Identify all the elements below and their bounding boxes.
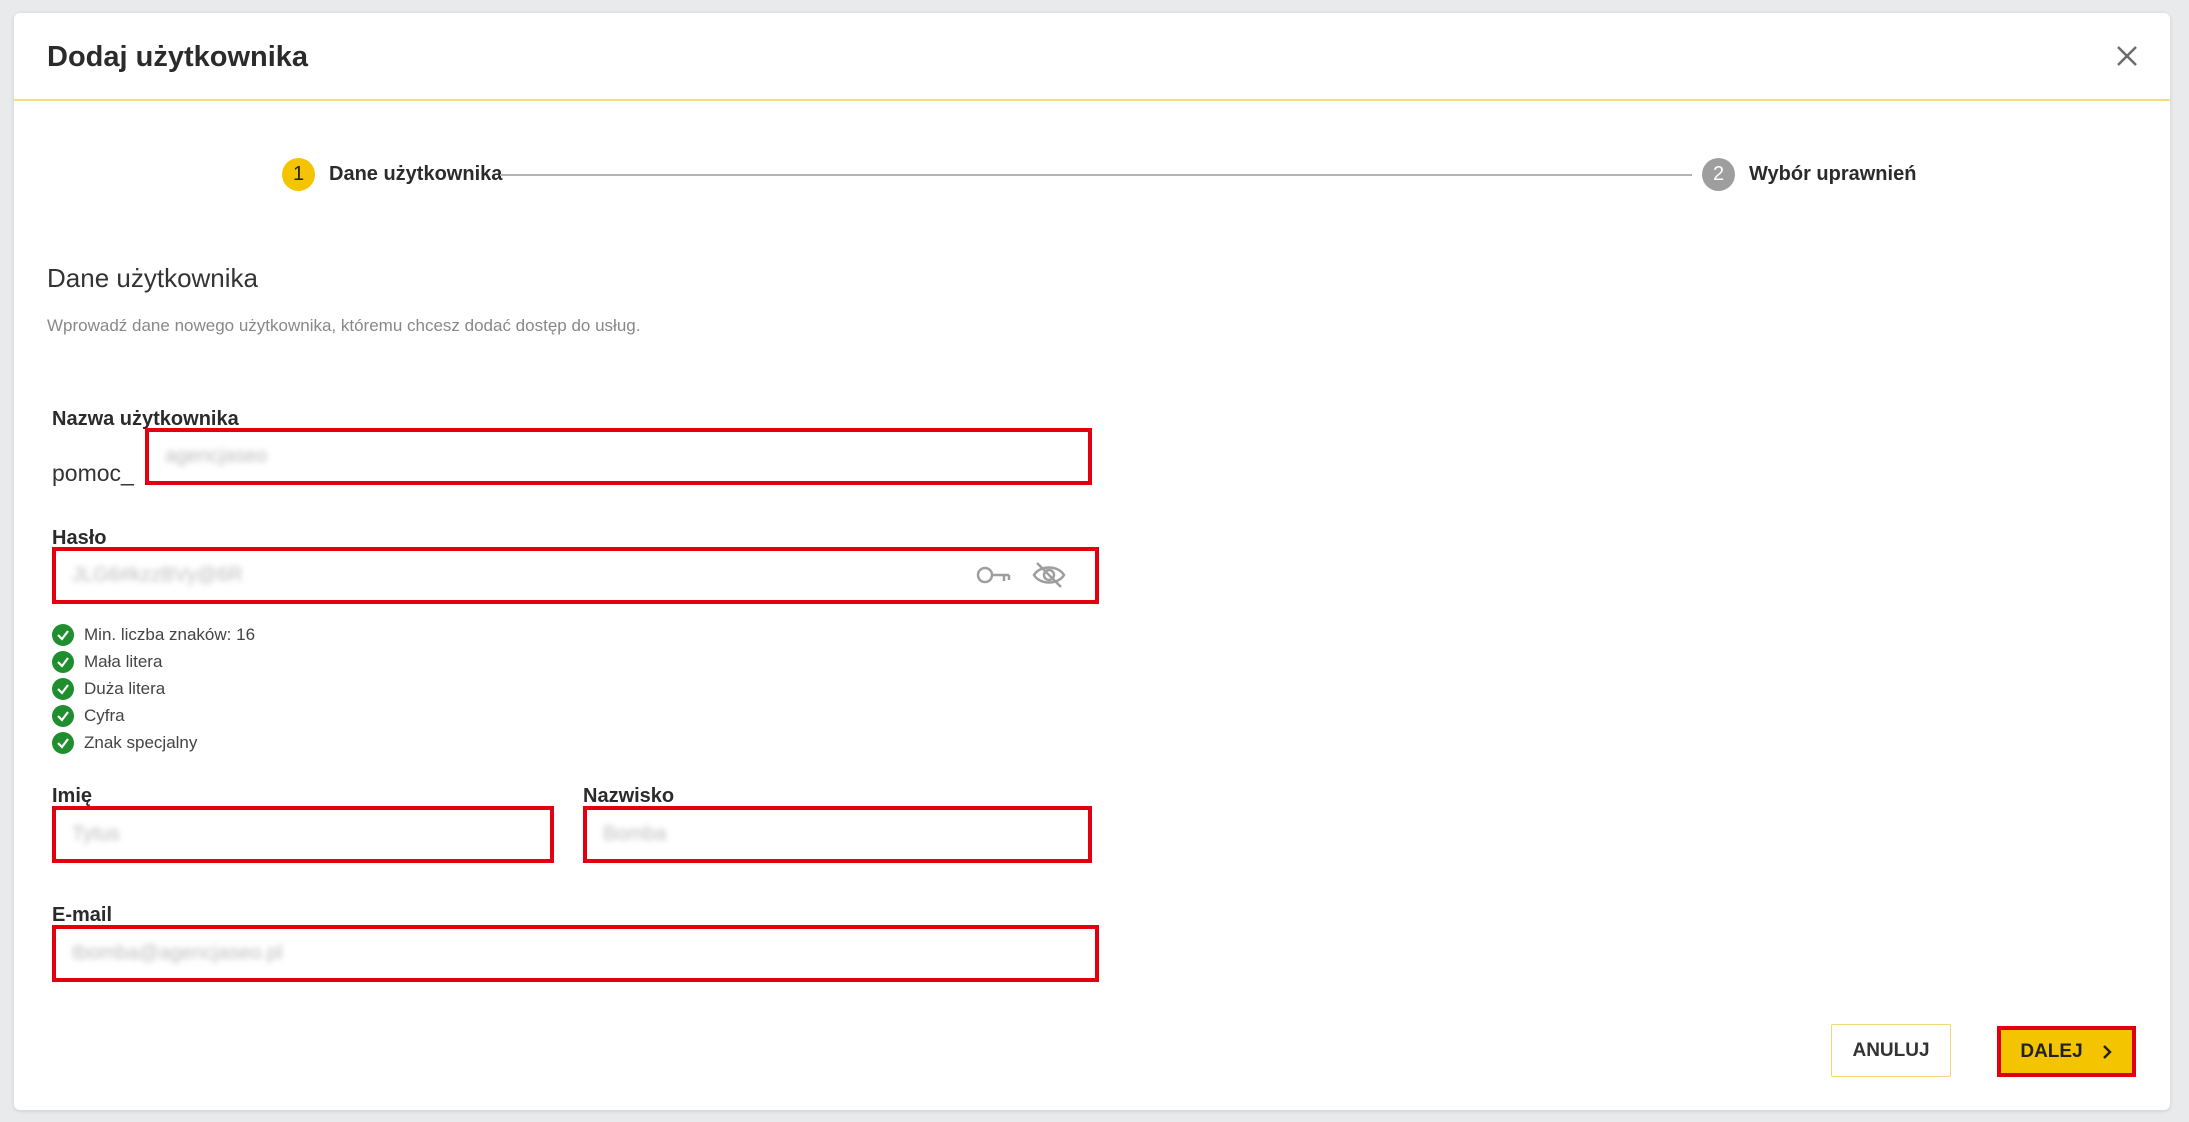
step-number: 2 bbox=[1702, 158, 1735, 191]
close-icon bbox=[2117, 46, 2137, 66]
chevron-right-icon bbox=[2102, 1044, 2112, 1059]
step-user-data: 1 Dane użytkownika bbox=[282, 158, 502, 191]
requirement-item: Min. liczba znaków: 16 bbox=[52, 621, 255, 648]
check-circle-icon bbox=[52, 731, 74, 754]
last-name-input[interactable]: Bomba bbox=[583, 806, 1092, 863]
close-button[interactable] bbox=[2110, 39, 2144, 73]
username-value: agencjaseo bbox=[165, 445, 268, 467]
check-circle-icon bbox=[52, 623, 74, 646]
section-description: Wprowadź dane nowego użytkownika, którem… bbox=[47, 316, 641, 335]
email-label: E-mail bbox=[52, 904, 113, 926]
requirement-item: Cyfra bbox=[52, 702, 255, 729]
requirement-item: Mała litera bbox=[52, 648, 255, 675]
step-permissions: 2 Wybór uprawnień bbox=[1702, 158, 1916, 191]
step-label: Wybór uprawnień bbox=[1749, 163, 1917, 185]
requirement-text: Duża litera bbox=[84, 678, 166, 698]
username-prefix: pomoc_ bbox=[52, 460, 134, 486]
eye-off-icon bbox=[1032, 562, 1066, 588]
first-name-value: Tytus bbox=[72, 823, 120, 845]
password-input[interactable]: JLG6#kzzBVy@6R bbox=[52, 547, 1099, 604]
step-number: 1 bbox=[282, 158, 315, 191]
requirement-text: Cyfra bbox=[84, 705, 125, 725]
requirement-item: Duża litera bbox=[52, 675, 255, 702]
check-circle-icon bbox=[52, 704, 74, 727]
requirement-text: Min. liczba znaków: 16 bbox=[84, 624, 256, 644]
password-value: JLG6#kzzBVy@6R bbox=[72, 564, 243, 586]
username-input[interactable]: agencjaseo bbox=[145, 428, 1092, 485]
next-button-label: DALEJ bbox=[2020, 1040, 2083, 1062]
section-title: Dane użytkownika bbox=[47, 263, 258, 293]
email-input[interactable]: tbomba@agencjaseo.pl bbox=[52, 925, 1099, 982]
requirement-text: Mała litera bbox=[84, 651, 163, 671]
last-name-label: Nazwisko bbox=[583, 785, 675, 807]
dialog-title: Dodaj użytkownika bbox=[47, 41, 309, 73]
next-button[interactable]: DALEJ bbox=[1997, 1026, 2136, 1077]
stepper: 1 Dane użytkownika 2 Wybór uprawnień bbox=[14, 158, 2170, 218]
check-circle-icon bbox=[52, 650, 74, 673]
check-circle-icon bbox=[52, 677, 74, 700]
first-name-input[interactable]: Tytus bbox=[52, 806, 554, 863]
toggle-password-visibility-button[interactable] bbox=[1032, 560, 1066, 595]
step-label: Dane użytkownika bbox=[329, 163, 503, 185]
first-name-label: Imię bbox=[52, 785, 93, 807]
last-name-value: Bomba bbox=[603, 823, 667, 845]
password-requirements: Min. liczba znaków: 16 Mała litera Duża … bbox=[52, 621, 255, 756]
generate-password-button[interactable] bbox=[976, 562, 1012, 593]
stepper-connector bbox=[500, 174, 1692, 176]
key-icon bbox=[976, 566, 1011, 584]
email-value: tbomba@agencjaseo.pl bbox=[72, 942, 283, 964]
requirement-text: Znak specjalny bbox=[84, 732, 198, 752]
dialog-header: Dodaj użytkownika bbox=[14, 13, 2170, 101]
cancel-button[interactable]: ANULUJ bbox=[1831, 1024, 1951, 1077]
add-user-dialog: Dodaj użytkownika 1 Dane użytkownika 2 W… bbox=[14, 13, 2170, 1110]
requirement-item: Znak specjalny bbox=[52, 729, 255, 756]
